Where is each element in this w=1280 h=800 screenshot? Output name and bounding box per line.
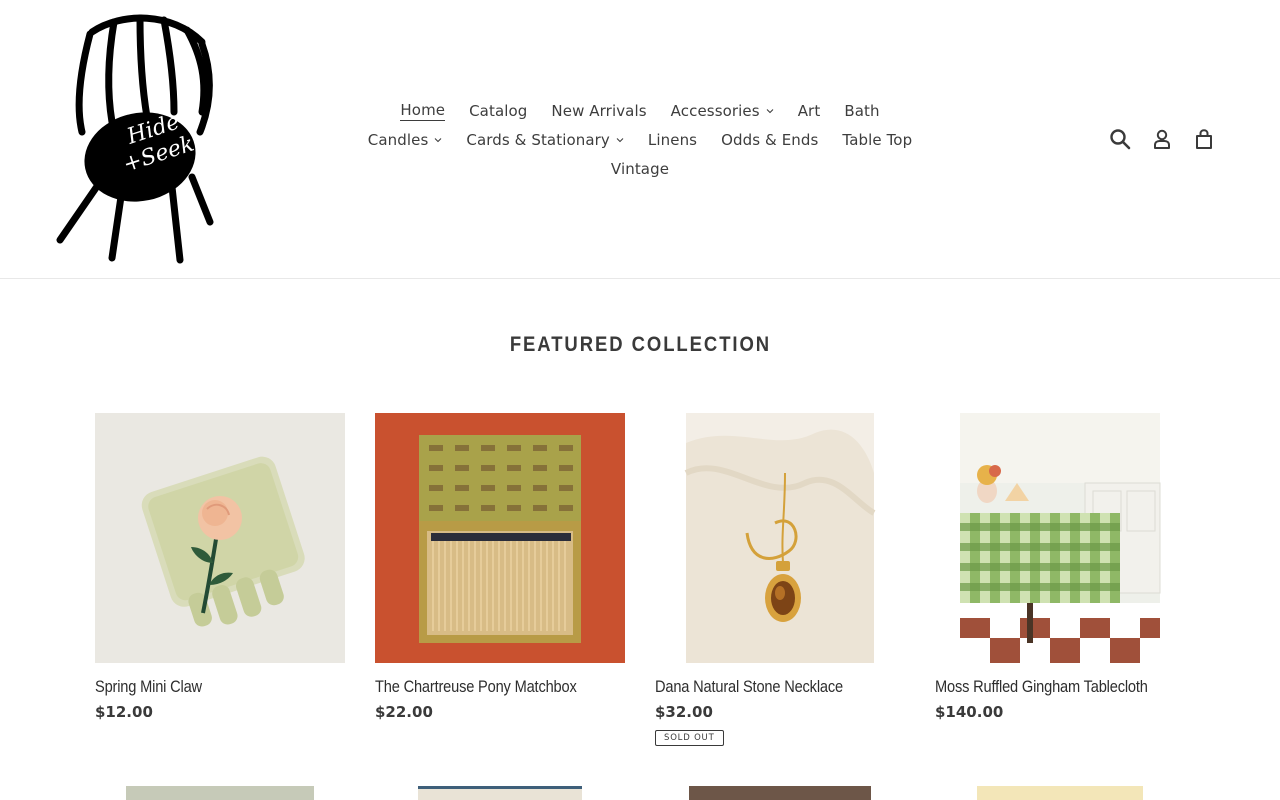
product-image-partial[interactable] [126,786,314,800]
cart-icon[interactable] [1192,126,1216,152]
nav-item-label: Candles [367,130,429,149]
product-image[interactable] [935,413,1185,663]
search-icon[interactable] [1108,126,1132,152]
sold-out-badge: Sold out [655,730,724,746]
nav-item-label: Bath [844,101,880,120]
product-image-partial[interactable] [689,786,871,800]
site-header: Hide +Seek Home Catalog New Arrivals Access… [0,0,1280,279]
product-title[interactable]: Dana Natural Stone Necklace [655,677,905,697]
nav-item-label: Table Top [842,130,913,149]
nav-item-label: Home [400,100,446,121]
nav-item-new-arrivals[interactable]: New Arrivals [539,102,658,120]
nav-item-linens[interactable]: Linens [636,131,709,149]
nav-item-odds-ends[interactable]: Odds & Ends [709,131,830,149]
nav-item-label: New Arrivals [551,101,647,120]
nav-item-label: Linens [647,130,698,149]
nav-item-label: Accessories [670,101,760,120]
header-actions [1108,126,1216,152]
nav-item-cards-stationary[interactable]: Cards & Stationary [454,131,636,149]
product-image-partial[interactable] [418,786,582,800]
main-navigation: Home Catalog New Arrivals Accessories Art Bat… [340,96,940,183]
chevron-down-icon [766,107,774,115]
nav-item-label: Catalog [469,101,528,120]
nav-item-label: Art [797,101,821,120]
nav-item-bath[interactable]: Bath [832,102,891,120]
nav-item-accessories[interactable]: Accessories [659,102,786,120]
nav-item-art[interactable]: Art [786,102,833,120]
nav-item-label: Cards & Stationary [466,130,610,149]
nav-item-catalog[interactable]: Catalog [457,102,539,120]
product-price: $12.00 [95,703,153,721]
nav-item-label: Odds & Ends [721,130,819,149]
hide-and-seek-logo[interactable]: Hide +Seek [52,12,214,264]
nav-item-vintage[interactable]: Vintage [599,160,681,178]
product-card[interactable]: Spring Mini Claw $12.00 [95,413,345,721]
product-card[interactable]: The Chartreuse Pony Matchbox $22.00 [375,413,625,721]
product-price: $22.00 [375,703,433,721]
product-price: $140.00 [935,703,1004,721]
chevron-down-icon [616,136,624,144]
nav-row: Candles Cards & Stationary Linens Odds & En… [340,125,940,154]
featured-collection-heading: Featured collection [509,333,771,356]
nav-item-home[interactable]: Home [388,101,457,121]
product-title[interactable]: The Chartreuse Pony Matchbox [375,677,625,697]
product-title[interactable]: Moss Ruffled Gingham Tablecloth [935,677,1185,697]
nav-row: Vintage [340,154,940,183]
account-icon[interactable] [1150,126,1174,152]
nav-item-table-top[interactable]: Table Top [830,131,924,149]
product-card[interactable]: Dana Natural Stone Necklace $32.00 Sold … [655,413,905,746]
nav-item-label: Vintage [610,159,670,178]
product-image[interactable] [375,413,625,663]
product-title[interactable]: Spring Mini Claw [95,677,345,697]
nav-item-candles[interactable]: Candles [356,131,455,149]
product-card[interactable]: Moss Ruffled Gingham Tablecloth $140.00 [935,413,1185,721]
product-image[interactable] [655,413,905,663]
product-image[interactable] [95,413,345,663]
product-image-partial[interactable] [977,786,1143,800]
chevron-down-icon [434,136,442,144]
product-price: $32.00 [655,703,713,721]
nav-row: Home Catalog New Arrivals Accessories Art Bat… [340,96,940,125]
